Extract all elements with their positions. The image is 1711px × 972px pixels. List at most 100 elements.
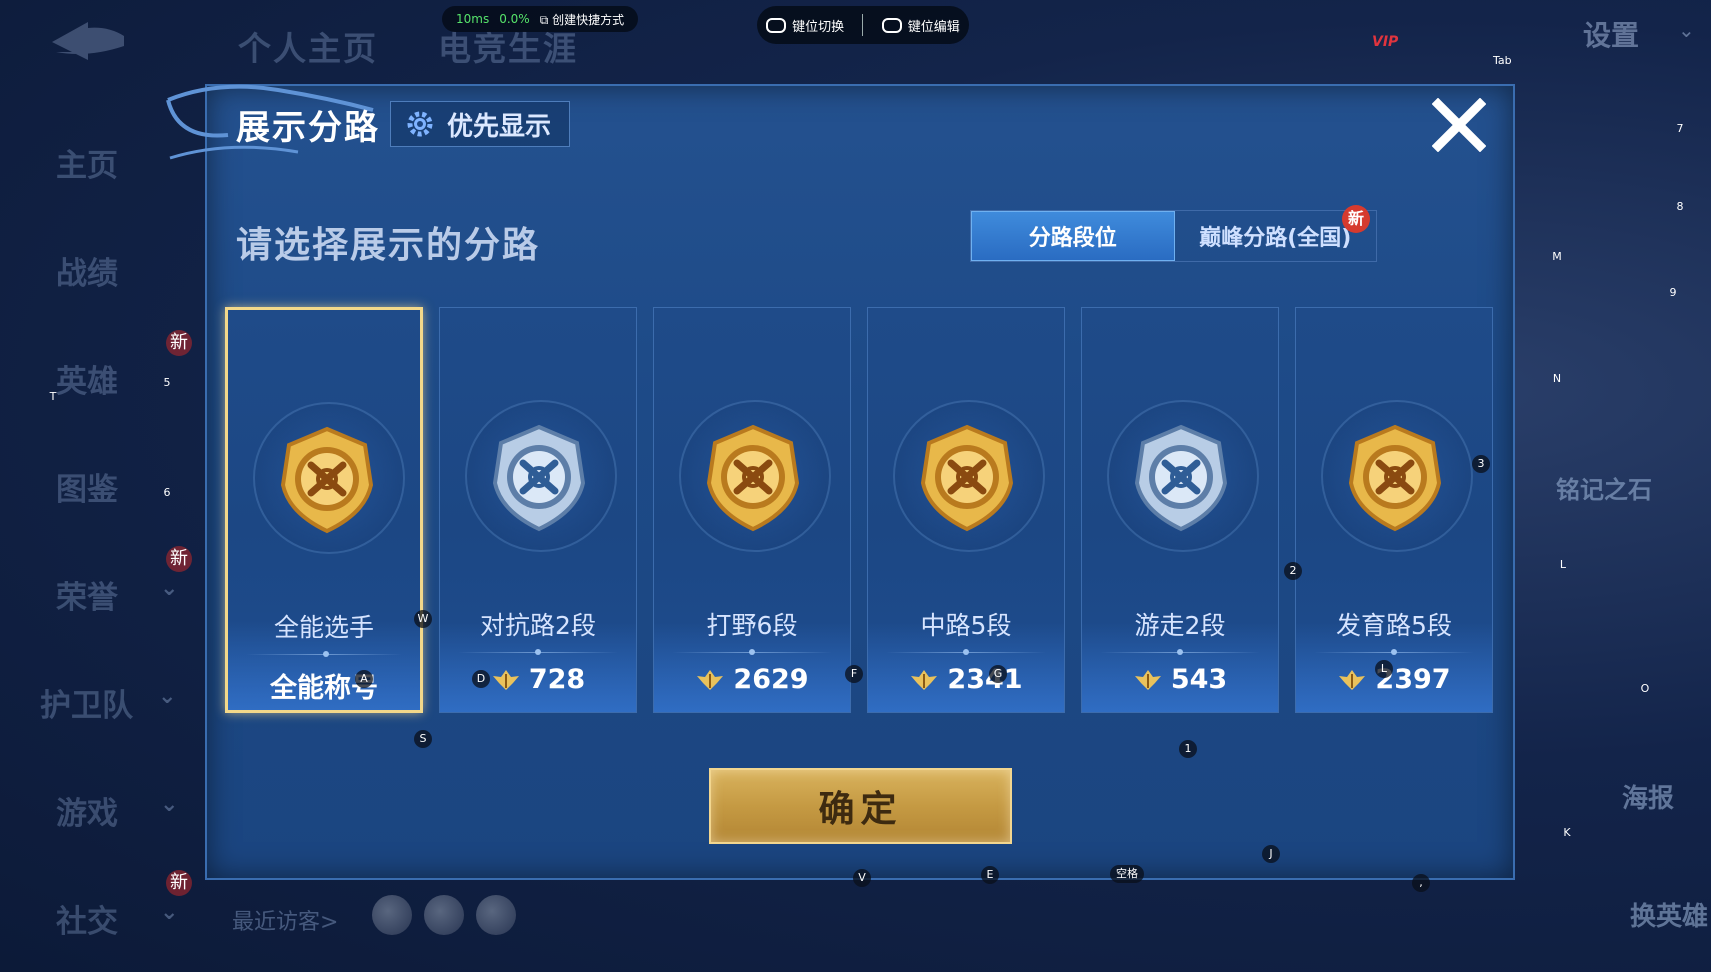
nav-item-game[interactable]: 游戏 ⌄ xyxy=(56,788,206,833)
priority-display-button[interactable]: 优先显示 xyxy=(390,101,570,147)
divider-dot xyxy=(1177,649,1183,655)
gamepad-icon xyxy=(881,17,902,33)
poster-button[interactable]: 海报 xyxy=(1622,778,1674,815)
keymap-switch-button[interactable]: 键位切换 xyxy=(766,16,844,35)
create-shortcut-label: 创建快捷方式 xyxy=(552,12,625,27)
rank-points-icon xyxy=(1134,669,1161,690)
nav-item-codex[interactable]: 图鉴 xyxy=(56,464,206,509)
key-hint: L xyxy=(1375,660,1393,678)
lane-name: 对抗路2段 xyxy=(480,611,596,640)
nav-label: 荣誉 xyxy=(56,580,118,616)
tab-label: 分路段位 xyxy=(1028,226,1117,251)
key-hint: 3 xyxy=(1472,455,1490,473)
memory-stone-label[interactable]: 铭记之石 xyxy=(1556,470,1652,505)
close-icon[interactable] xyxy=(1432,98,1486,152)
lane-score: 2629 xyxy=(654,664,850,695)
lane-card[interactable]: 游走2段 543 xyxy=(1081,307,1279,713)
nav-item-heroes[interactable]: 英雄 xyxy=(56,356,206,401)
tab-lane-rank[interactable]: 分路段位 xyxy=(971,211,1175,261)
recent-visitors-link[interactable]: 最近访客> xyxy=(232,904,338,936)
avatar[interactable] xyxy=(476,895,516,935)
nav-label: 护卫队 xyxy=(40,688,133,724)
nav-label: 主页 xyxy=(56,148,118,184)
lane-card[interactable]: 中路5段 2341 xyxy=(867,307,1065,713)
new-badge: 新 xyxy=(166,870,192,896)
packet-loss-value: 0.0% xyxy=(499,12,530,26)
confirm-button[interactable]: 确定 xyxy=(709,768,1012,844)
mid-lane-emblem-icon xyxy=(920,424,1014,532)
back-icon[interactable] xyxy=(48,22,132,66)
lane-card[interactable]: 打野6段 2629 xyxy=(653,307,851,713)
lane-type-tabs: 分路段位 巅峰分路(全国) 新 xyxy=(970,205,1377,262)
rank-points-icon xyxy=(697,669,724,690)
keymap-edit-button[interactable]: 键位编辑 xyxy=(881,16,960,35)
lane-score: 全能称号 xyxy=(228,666,420,705)
key-hint: K xyxy=(1563,826,1571,839)
divider-dot xyxy=(323,651,329,657)
key-hint: O xyxy=(1640,682,1650,695)
rank-points-icon xyxy=(911,669,938,690)
key-hint: A xyxy=(355,670,373,688)
keymap-switch-label: 键位切换 xyxy=(792,19,845,35)
key-hint: Tab xyxy=(1493,54,1512,67)
key-hint: N xyxy=(1552,372,1562,385)
key-hint: T xyxy=(49,390,57,403)
keymap-toolbar: 键位切换 键位编辑 xyxy=(757,6,969,44)
divider-dot xyxy=(535,649,541,655)
nav-item-guard[interactable]: 护卫队 ⌄ xyxy=(40,680,190,725)
dialog-subtitle: 请选择展示的分路 xyxy=(236,225,541,266)
key-hint: 7 xyxy=(1676,122,1684,135)
key-hint: 2 xyxy=(1284,562,1302,580)
farm-lane-emblem-icon xyxy=(1348,424,1442,532)
key-hint: J xyxy=(1262,845,1280,863)
tab-peak-lane[interactable]: 巅峰分路(全国) 新 xyxy=(1175,205,1377,261)
create-shortcut-button[interactable]: ⧉ 创建快捷方式 xyxy=(540,11,624,28)
new-badge: 新 xyxy=(166,546,192,572)
divider-dot xyxy=(749,649,755,655)
key-hint: F xyxy=(845,665,863,683)
all-round-emblem-icon xyxy=(280,426,374,534)
chevron-down-icon: ⌄ xyxy=(160,900,179,925)
nav-label: 战绩 xyxy=(56,256,118,292)
lane-score-value: 2629 xyxy=(733,664,809,695)
roam-emblem-icon xyxy=(1134,424,1228,532)
perf-overlay: 10ms 0.0% ⧉ 创建快捷方式 xyxy=(442,6,639,32)
lane-name: 中路5段 xyxy=(920,611,1012,640)
divider-dot xyxy=(1391,649,1397,655)
dialog-title: 展示分路 xyxy=(236,108,380,148)
clash-lane-emblem-icon xyxy=(492,424,586,532)
key-hint: 8 xyxy=(1676,200,1684,213)
lane-score: 728 xyxy=(440,664,636,695)
divider xyxy=(862,14,864,36)
lane-score: 2341 xyxy=(868,664,1064,695)
avatar[interactable] xyxy=(372,895,412,935)
key-hint: D xyxy=(472,670,490,688)
nav-label: 图鉴 xyxy=(56,472,118,508)
gear-icon xyxy=(407,111,433,137)
nav-item-record[interactable]: 战绩 xyxy=(56,248,206,293)
rank-points-icon xyxy=(1339,669,1366,690)
chevron-down-icon[interactable]: ⌄ xyxy=(1678,18,1695,42)
lane-card[interactable]: 对抗路2段 728 xyxy=(439,307,637,713)
nav-item-social[interactable]: 社交 ⌄ xyxy=(56,896,206,941)
key-hint: L xyxy=(1559,558,1567,571)
swap-hero-button[interactable]: 换英雄 xyxy=(1630,896,1708,933)
key-hint: S xyxy=(414,730,432,748)
key-hint: 空格 xyxy=(1110,865,1144,883)
ping-value: 10ms xyxy=(456,12,490,26)
key-hint: , xyxy=(1412,874,1430,892)
settings-button[interactable]: 设置 xyxy=(1583,14,1639,54)
lane-card[interactable]: 全能选手 全能称号 xyxy=(225,307,423,713)
lane-score: 543 xyxy=(1082,664,1278,695)
tab-personal-home[interactable]: 个人主页 xyxy=(238,22,378,70)
avatar[interactable] xyxy=(424,895,464,935)
key-hint: G xyxy=(989,665,1007,683)
nav-label: 英雄 xyxy=(56,364,118,400)
rank-points-icon xyxy=(492,669,519,690)
nav-item-honor[interactable]: 荣誉 ⌄ xyxy=(56,572,206,617)
key-hint: M xyxy=(1552,250,1562,263)
lane-card[interactable]: 发育路5段 2397 xyxy=(1295,307,1493,713)
key-hint: V xyxy=(853,869,871,887)
key-hint: 9 xyxy=(1669,286,1677,299)
lane-score-value: 543 xyxy=(1170,664,1228,695)
